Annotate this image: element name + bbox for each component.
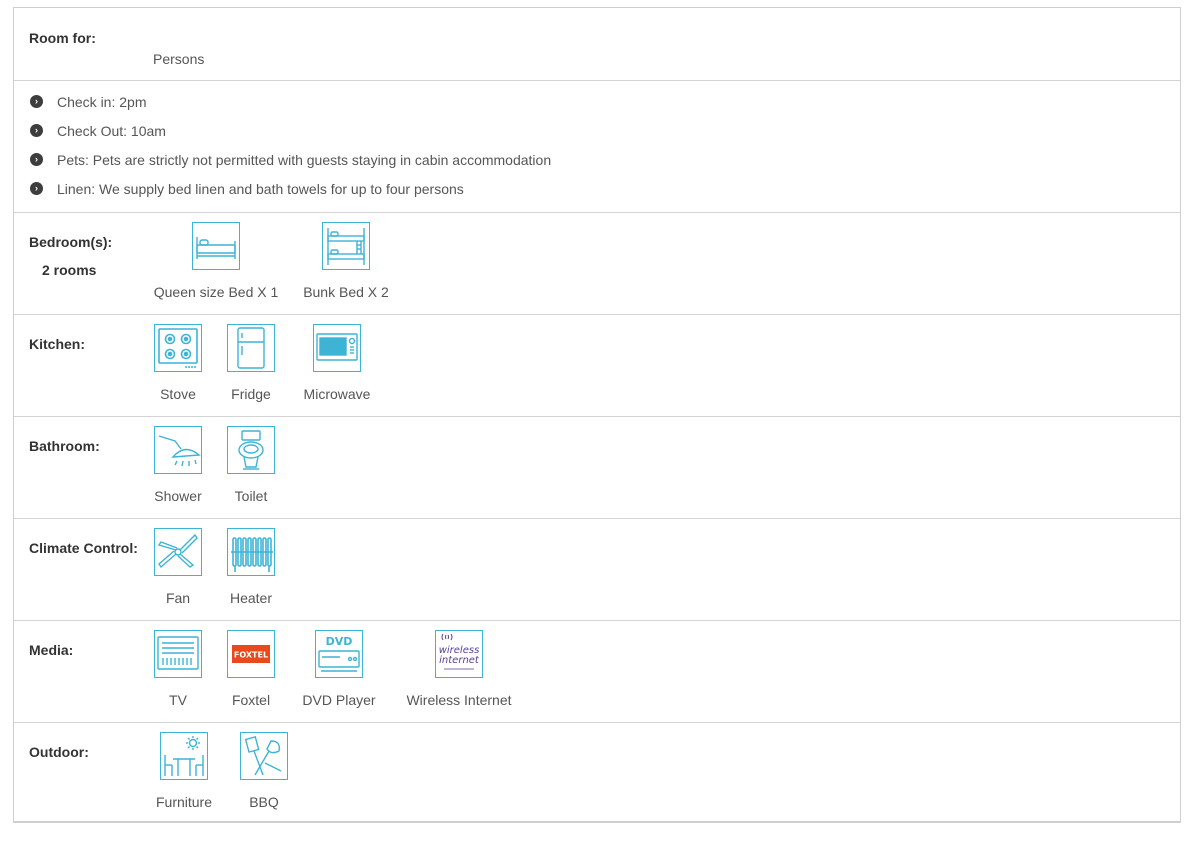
chevron-right-icon: › xyxy=(30,182,43,195)
bedrooms-label: Bedroom(s): xyxy=(29,234,113,250)
outdoor-furniture-icon xyxy=(160,732,208,780)
amenity-label: Furniture xyxy=(155,794,213,810)
amenity-shower: Shower xyxy=(153,426,203,504)
microwave-icon xyxy=(313,324,361,372)
amenity-fan: Fan xyxy=(153,528,203,606)
rule-text: Linen: We supply bed linen and bath towe… xyxy=(57,181,464,197)
wireless-internet-icon: wireless internet xyxy=(435,630,483,678)
shower-icon xyxy=(154,426,202,474)
list-item: › Check in: 2pm xyxy=(29,94,551,123)
amenity-stove: Stove xyxy=(153,324,203,402)
kitchen-section: Kitchen: Stove Fridge Microwave xyxy=(14,314,1180,417)
amenity-tv: TV xyxy=(153,630,203,708)
stove-icon xyxy=(154,324,202,372)
toilet-icon xyxy=(227,426,275,474)
amenity-queen-bed: Queen size Bed X 1 xyxy=(153,222,279,300)
media-label: Media: xyxy=(29,642,74,658)
amenity-foxtel: FOXTEL Foxtel xyxy=(226,630,276,708)
wireless-logo-line2: internet xyxy=(439,655,480,666)
bunk-bed-icon xyxy=(322,222,370,270)
amenity-label: Heater xyxy=(229,590,273,606)
amenity-label: Queen size Bed X 1 xyxy=(153,284,279,300)
chevron-right-icon: › xyxy=(30,95,43,108)
outdoor-label: Outdoor: xyxy=(29,744,89,760)
amenity-fridge: Fridge xyxy=(226,324,276,402)
dvd-player-icon: DVD xyxy=(315,630,363,678)
amenity-label: Wireless Internet xyxy=(406,692,512,708)
bbq-icon xyxy=(240,732,288,780)
rule-text: Pets: Pets are strictly not permitted wi… xyxy=(57,152,552,168)
amenity-label: TV xyxy=(169,692,187,708)
amenity-microwave: Microwave xyxy=(300,324,374,402)
amenity-label: DVD Player xyxy=(302,692,376,708)
amenity-bunk-bed: Bunk Bed X 2 xyxy=(300,222,392,300)
amenity-label: Stove xyxy=(160,386,196,402)
foxtel-logo-text: FOXTEL xyxy=(234,651,268,660)
amenity-label: Microwave xyxy=(303,386,371,402)
queen-bed-icon xyxy=(192,222,240,270)
chevron-right-icon: › xyxy=(30,153,43,166)
amenity-label: BBQ xyxy=(249,794,279,810)
amenity-label: Shower xyxy=(154,488,202,504)
fridge-icon xyxy=(227,324,275,372)
tv-icon xyxy=(154,630,202,678)
house-rules-list: › Check in: 2pm › Check Out: 10am › Pets: P… xyxy=(29,94,551,210)
bathroom-label: Bathroom: xyxy=(29,438,100,454)
list-item: › Check Out: 10am xyxy=(29,123,551,152)
outdoor-section: Outdoor: Furniture BBQ xyxy=(14,722,1180,822)
amenity-label: Fan xyxy=(165,590,191,606)
amenity-toilet: Toilet xyxy=(226,426,276,504)
dvd-logo-text: DVD xyxy=(326,635,353,648)
amenity-label: Toilet xyxy=(234,488,268,504)
amenity-wireless-internet: wireless internet Wireless Internet xyxy=(400,630,518,708)
list-item: › Pets: Pets are strictly not permitted w… xyxy=(29,152,551,181)
amenity-bbq: BBQ xyxy=(239,732,289,810)
bedrooms-section: Bedroom(s): 2 rooms Queen size Bed X 1 B… xyxy=(14,212,1180,315)
amenity-furniture: Furniture xyxy=(153,732,215,810)
room-details-panel: Room for: Persons › Check in: 2pm › Check … xyxy=(13,7,1181,823)
chevron-right-icon: › xyxy=(30,124,43,137)
amenity-label: Fridge xyxy=(231,386,271,402)
fan-icon xyxy=(154,528,202,576)
amenity-label: Bunk Bed X 2 xyxy=(303,284,389,300)
climate-control-label: Climate Control: xyxy=(29,540,138,556)
house-rules-section: › Check in: 2pm › Check Out: 10am › Pets: P… xyxy=(14,80,1180,213)
media-section: Media: TV FOXTEL Foxtel DVD DVD Player w… xyxy=(14,620,1180,723)
rooms-count: 2 rooms xyxy=(42,262,97,278)
amenity-heater: Heater xyxy=(226,528,276,606)
room-for-label: Room for: xyxy=(29,30,96,46)
foxtel-logo-icon: FOXTEL xyxy=(227,630,275,678)
amenity-label: Foxtel xyxy=(231,692,271,708)
kitchen-label: Kitchen: xyxy=(29,336,85,352)
climate-control-section: Climate Control: Fan Heater xyxy=(14,518,1180,621)
rule-text: Check in: 2pm xyxy=(57,94,147,110)
bathroom-section: Bathroom: Shower Toilet xyxy=(14,416,1180,519)
rule-text: Check Out: 10am xyxy=(57,123,166,139)
room-for-section: Room for: Persons xyxy=(14,8,1180,81)
heater-icon xyxy=(227,528,275,576)
persons-text: Persons xyxy=(153,51,205,67)
list-item: › Linen: We supply bed linen and bath tow… xyxy=(29,181,551,210)
amenity-dvd-player: DVD DVD Player xyxy=(300,630,378,708)
